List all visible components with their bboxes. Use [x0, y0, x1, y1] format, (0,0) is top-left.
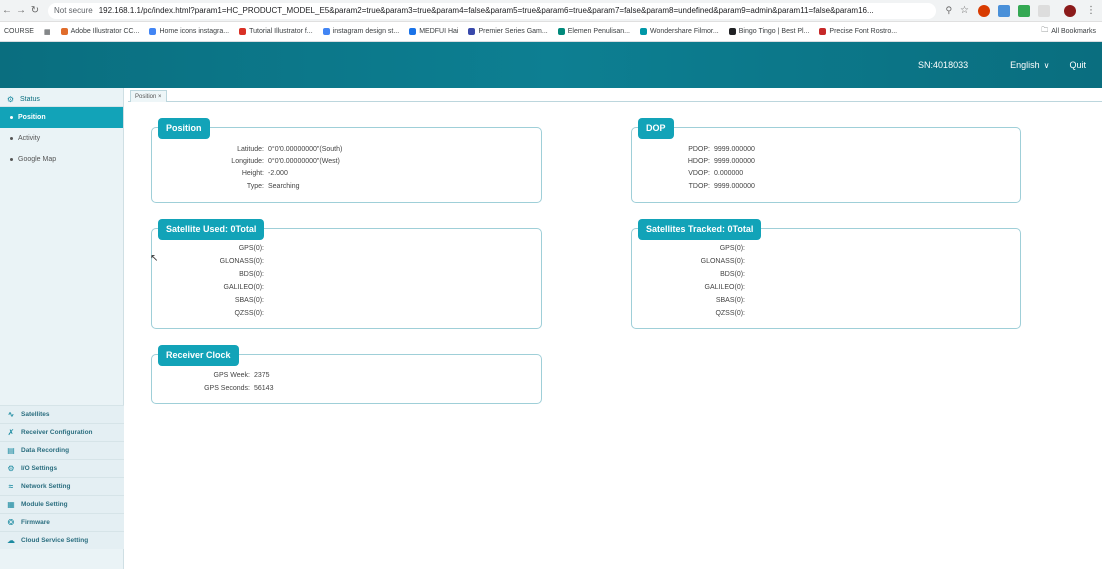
panel-title: DOP — [638, 118, 674, 139]
star-icon[interactable]: ☆ — [960, 5, 969, 16]
bookmark-item[interactable]: MEDFUI Hai — [409, 28, 458, 35]
gps-row: GPS(0): — [238, 245, 264, 252]
sidebar-item-io-settings[interactable]: ⚙ I/O Settings — [0, 459, 124, 477]
sidebar-item-receiver-configuration[interactable]: ✗ Receiver Configuration — [0, 423, 124, 441]
receiver-clock-panel: Receiver Clock GPS Week: 2375 GPS Seconds… — [151, 345, 542, 404]
bds-row: BDS(0): — [720, 271, 745, 278]
url-text: 192.168.1.1/pc/index.html?param1=HC_PROD… — [98, 6, 874, 15]
tab-strip: Position × — [128, 90, 1102, 102]
galileo-row: GALILEO(0): — [704, 284, 745, 291]
language-select[interactable]: English ∨ — [1010, 60, 1049, 70]
gps-week-row: GPS Week: 2375 — [213, 372, 270, 379]
bookmark-item[interactable]: Home icons instagra... — [149, 28, 229, 35]
chevron-down-icon: ∨ — [1043, 60, 1050, 70]
sbas-row: SBAS(0): — [234, 297, 264, 304]
dop-panel: DOP PDOP: 9999.000000 HDOP: 9999.000000 VD… — [631, 118, 1021, 203]
tools-icon: ✗ — [7, 428, 15, 437]
bullet-icon — [10, 116, 13, 119]
panel-title: Receiver Clock — [158, 345, 239, 366]
apps-grid-icon[interactable]: ▦ — [44, 28, 51, 36]
quit-button[interactable]: Quit — [1069, 60, 1086, 70]
latitude-row: Latitude: 0°0'0.00000000"(South) — [237, 146, 343, 153]
sidebar-item-position[interactable]: Position — [0, 107, 123, 128]
firmware-icon: ❂ — [7, 518, 15, 527]
glonass-row: GLONASS(0): — [700, 258, 745, 265]
satellite-used-panel: Satellite Used: 0Total GPS(0): GLONASS(0… — [151, 219, 542, 329]
bookmark-item[interactable]: Bingo Tingo | Best Pl... — [728, 28, 809, 35]
bookmark-item[interactable]: Wondershare Filmor... — [639, 28, 719, 35]
address-bar[interactable]: Not secure 192.168.1.1/pc/index.html?par… — [48, 2, 937, 19]
height-row: Height: -2.000 — [241, 170, 288, 177]
bookmark-item[interactable]: Elemen Penulisan... — [557, 28, 630, 35]
qzss-row: QZSS(0): — [715, 310, 745, 317]
type-row: Type: Searching — [246, 183, 300, 190]
bookmark-item[interactable]: Precise Font Rostro... — [819, 28, 897, 35]
folder-icon: 🗀 — [1041, 27, 1049, 34]
galileo-row: GALILEO(0): — [223, 284, 264, 291]
sidebar-item-activity[interactable]: Activity — [0, 128, 123, 149]
bullet-icon — [10, 158, 13, 161]
panel-title: Satellites Tracked: 0Total — [638, 219, 762, 240]
settings-icon: ⚙ — [7, 464, 15, 473]
sidebar-item-data-recording[interactable]: ▤ Data Recording — [0, 441, 124, 459]
bookmark-item[interactable]: COURSE — [4, 28, 34, 35]
cloud-icon: ☁ — [7, 536, 15, 545]
bookmarks-bar: COURSE ▦ Adobe Illustrator CC... Home ic… — [0, 22, 1102, 42]
app-header: SN:4018033 English ∨ Quit — [0, 42, 1102, 88]
bookmark-item[interactable]: instagram design st... — [322, 28, 399, 35]
pdop-row: PDOP: 9999.000000 — [688, 146, 755, 153]
bullet-icon — [10, 137, 13, 140]
qzss-row: QZSS(0): — [234, 310, 264, 317]
longitude-row: Longitude: 0°0'0.00000000"(West) — [231, 158, 340, 165]
bookmark-item[interactable]: Adobe Illustrator CC... — [60, 28, 139, 35]
key-icon[interactable]: ⚲ — [945, 5, 952, 16]
wifi-icon: ≈ — [8, 482, 14, 491]
bds-row: BDS(0): — [239, 271, 264, 278]
browser-toolbar: ← → ↻ Not secure 192.168.1.1/pc/index.ht… — [0, 0, 1102, 22]
satellite-icon: ∿ — [7, 410, 15, 419]
menu-dots-icon[interactable]: ⋮ — [1086, 5, 1096, 16]
sidebar-item-satellites[interactable]: ∿ Satellites — [0, 405, 124, 423]
reload-icon[interactable]: ↻ — [28, 5, 42, 16]
puzzle-icon[interactable] — [1038, 4, 1050, 17]
gps-seconds-row: GPS Seconds: 56143 — [204, 385, 274, 392]
module-icon: ▦ — [7, 500, 15, 509]
office-extension-icon[interactable] — [978, 4, 990, 17]
bookmark-item[interactable]: Premier Series Gam... — [468, 28, 548, 35]
extension-icon[interactable] — [998, 4, 1010, 17]
vdop-row: VDOP: 0.000000 — [688, 170, 744, 177]
bookmark-item[interactable]: Tutorial Illustrator f... — [239, 28, 313, 35]
sbas-row: SBAS(0): — [715, 297, 745, 304]
gps-row: GPS(0): — [719, 245, 745, 252]
panel-title: Position — [158, 118, 210, 139]
tdop-row: TDOP: 9999.000000 — [688, 183, 755, 190]
panel-title: Satellite Used: 0Total — [158, 219, 265, 240]
profile-avatar-icon[interactable] — [1064, 4, 1076, 17]
sidebar: ⚙ Status Position Activity Google Map ∿ … — [0, 88, 124, 569]
not-secure-label: Not secure — [54, 6, 93, 15]
all-bookmarks[interactable]: 🗀 All Bookmarks — [1041, 26, 1096, 37]
position-panel: Position Latitude: 0°0'0.00000000"(South)… — [151, 118, 542, 203]
record-icon: ▤ — [7, 446, 15, 455]
sidebar-item-network-setting[interactable]: ≈ Network Setting — [0, 477, 124, 495]
sidebar-item-cloud-service-setting[interactable]: ☁ Cloud Service Setting — [0, 531, 124, 549]
serial-number: SN:4018033 — [918, 60, 969, 70]
sidebar-item-module-setting[interactable]: ▦ Module Setting — [0, 495, 124, 513]
sidebar-item-google-map[interactable]: Google Map — [0, 149, 123, 170]
tab-position[interactable]: Position × — [130, 90, 167, 102]
green-extension-icon[interactable] — [1018, 4, 1030, 17]
satellites-tracked-panel: Satellites Tracked: 0Total GPS(0): GLONA… — [631, 219, 1021, 329]
gear-icon: ⚙ — [6, 95, 15, 104]
forward-icon[interactable]: → — [14, 5, 28, 16]
glonass-row: GLONASS(0): — [219, 258, 264, 265]
back-icon[interactable]: ← — [0, 5, 14, 16]
sidebar-item-firmware[interactable]: ❂ Firmware — [0, 513, 124, 531]
sidebar-item-status[interactable]: ⚙ Status — [0, 93, 123, 107]
mouse-cursor-icon: ↖ — [150, 253, 159, 264]
sidebar-menu: ∿ Satellites ✗ Receiver Configuration ▤ … — [0, 405, 124, 549]
hdop-row: HDOP: 9999.000000 — [687, 158, 755, 165]
